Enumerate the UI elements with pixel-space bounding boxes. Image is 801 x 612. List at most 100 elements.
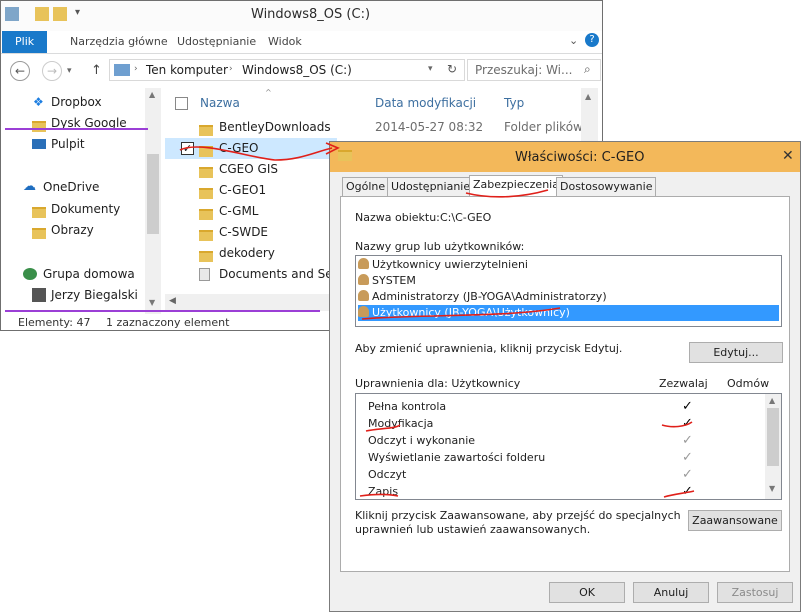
file-row[interactable]: BentleyDownloads 2014-05-27 08:32 Folder…: [165, 117, 585, 138]
properties-icon[interactable]: [5, 7, 19, 21]
column-header-type[interactable]: Typ: [504, 96, 524, 110]
permission-name: Odczyt i wykonanie: [368, 434, 476, 447]
user-row[interactable]: SYSTEM: [358, 273, 779, 289]
address-dropdown-icon[interactable]: ▾: [428, 64, 433, 74]
permissions-scrollbar[interactable]: ▲ ▼: [765, 394, 781, 499]
permissions-list[interactable]: Pełna kontrola ✓ Modyfikacja ✓ Odczyt i …: [355, 393, 782, 500]
tab-file[interactable]: Plik: [2, 31, 48, 53]
chevron-down-icon[interactable]: ⌄: [569, 34, 578, 47]
tab-home[interactable]: Narzędzia główne: [70, 31, 168, 53]
search-input[interactable]: Przeszukaj: Wi...: [475, 63, 572, 77]
nav-item-label: Dokumenty: [51, 202, 121, 216]
back-button[interactable]: ←: [10, 61, 30, 81]
edit-button[interactable]: Edytuj...: [689, 342, 783, 363]
sort-ascending-icon: ^: [265, 88, 272, 97]
file-type: Folder plików: [504, 120, 583, 134]
security-panel: Nazwa obiektu: C:\C-GEO Nazwy grup lub u…: [340, 196, 790, 572]
nav-scrollbar[interactable]: ▲ ▼: [145, 88, 161, 314]
desktop-icon: [32, 139, 46, 149]
help-icon[interactable]: ?: [585, 33, 599, 47]
column-header-name[interactable]: Nazwa: [200, 96, 240, 110]
address-row: ← → ▾ ↑ › Ten komputer › Windows8_OS (C:…: [1, 54, 602, 88]
select-all-checkbox[interactable]: [175, 97, 188, 110]
permission-name: Modyfikacja: [368, 417, 434, 430]
scroll-down-icon[interactable]: ▼: [149, 298, 155, 307]
scroll-left-icon[interactable]: ◀: [169, 296, 176, 306]
up-arrow-icon[interactable]: ↑: [91, 63, 102, 78]
shortcut-icon: [199, 268, 210, 281]
user-name: Użytkownicy uwierzytelnieni: [372, 258, 528, 271]
breadcrumb-this-pc[interactable]: Ten komputer: [146, 63, 228, 77]
scrollbar-thumb[interactable]: [767, 408, 779, 466]
file-row[interactable]: C-SWDE: [165, 222, 337, 243]
users-list[interactable]: Użytkownicy uwierzytelnieni SYSTEM Admin…: [355, 255, 782, 327]
nav-item-label: Jerzy Biegalski: [51, 288, 138, 302]
scroll-up-icon[interactable]: ▲: [585, 92, 591, 101]
address-bar[interactable]: › Ten komputer › Windows8_OS (C:) ▾ ↻: [109, 59, 465, 81]
user-row[interactable]: Administratorzy (JB-YOGA\Administratorzy…: [358, 289, 779, 305]
ok-button[interactable]: OK: [549, 582, 625, 603]
permission-name: Zapis: [368, 485, 399, 498]
qa-dropdown-icon[interactable]: ▾: [75, 7, 80, 18]
advanced-hint-line-2: uprawnień lub ustawień zaawansowanych.: [355, 523, 591, 536]
row-checkbox[interactable]: ✓: [181, 142, 194, 155]
tab-security[interactable]: Zabezpieczenia: [469, 175, 563, 196]
close-icon[interactable]: ✕: [782, 148, 794, 164]
nav-item-google-drive[interactable]: Dysk Google: [1, 113, 151, 133]
file-row[interactable]: C-GML: [165, 201, 337, 222]
folder-icon: [32, 225, 46, 245]
search-box[interactable]: Przeszukaj: Wi... ⌕: [467, 59, 601, 81]
advanced-button[interactable]: Zaawansowane: [688, 510, 782, 531]
folder-icon[interactable]: [53, 7, 67, 21]
file-row[interactable]: dekodery: [165, 243, 337, 264]
recent-dropdown-icon[interactable]: ▾: [67, 66, 72, 76]
forward-button[interactable]: →: [42, 61, 62, 81]
nav-item-onedrive[interactable]: ☁ OneDrive: [1, 177, 151, 197]
tab-view[interactable]: Widok: [268, 31, 302, 53]
search-icon[interactable]: ⌕: [584, 62, 591, 77]
nav-item-images[interactable]: Obrazy: [1, 220, 151, 240]
allow-check-icon: ✓: [682, 467, 693, 482]
selected-count: 1 zaznaczony element: [106, 316, 230, 329]
refresh-icon[interactable]: ↻: [447, 62, 457, 76]
file-name: C-GEO: [219, 141, 259, 155]
permission-name: Pełna kontrola: [368, 400, 447, 413]
ribbon: Plik Narzędzia główne Udostępnianie Wido…: [1, 31, 602, 54]
tab-customize[interactable]: Dostosowywanie: [556, 177, 657, 197]
tab-sharing[interactable]: Udostępnianie: [387, 177, 475, 197]
breadcrumb-drive[interactable]: Windows8_OS (C:): [242, 63, 352, 77]
scroll-up-icon[interactable]: ▲: [769, 396, 775, 405]
new-folder-icon[interactable]: [35, 7, 49, 21]
properties-dialog: Właściwości: C-GEO ✕ Ogólne Udostępniani…: [329, 141, 801, 612]
nav-item-user[interactable]: Jerzy Biegalski: [1, 285, 151, 305]
homegroup-icon: [23, 268, 37, 280]
permission-row: Zapis ✓: [368, 483, 768, 500]
scroll-up-icon[interactable]: ▲: [149, 90, 155, 99]
breadcrumb-separator-icon: ›: [229, 64, 233, 74]
file-row[interactable]: Documents and Setti: [165, 264, 337, 285]
nav-item-homegroup[interactable]: Grupa domowa: [1, 264, 151, 284]
nav-item-dropbox[interactable]: ❖ Dropbox: [1, 92, 151, 112]
file-row[interactable]: C-GEO1: [165, 180, 337, 201]
cancel-button[interactable]: Anuluj: [633, 582, 709, 603]
user-row-selected[interactable]: Użytkownicy (JB-YOGA\Użytkownicy): [358, 305, 779, 321]
allow-check-icon: ✓: [682, 433, 693, 448]
scroll-down-icon[interactable]: ▼: [769, 484, 775, 493]
file-row[interactable]: CGEO GIS: [165, 159, 337, 180]
nav-item-desktop[interactable]: Pulpit: [1, 134, 151, 154]
tab-share[interactable]: Udostępnianie: [177, 31, 256, 53]
file-row-selected[interactable]: ✓ C-GEO: [165, 138, 337, 159]
object-name-label: Nazwa obiektu:: [355, 211, 440, 224]
horizontal-scrollbar[interactable]: ◀: [165, 294, 337, 311]
allow-check-icon: ✓: [682, 399, 693, 414]
nav-item-label: OneDrive: [43, 180, 100, 194]
nav-item-documents[interactable]: Dokumenty: [1, 199, 151, 219]
user-row[interactable]: Użytkownicy uwierzytelnieni: [358, 257, 779, 273]
column-header-date[interactable]: Data modyfikacji: [375, 96, 476, 110]
dialog-title: Właściwości: C-GEO: [515, 150, 645, 165]
allow-column-header: Zezwalaj: [659, 377, 708, 390]
tab-general[interactable]: Ogólne: [342, 177, 390, 197]
scrollbar-thumb[interactable]: [147, 154, 159, 234]
item-count: Elementy: 47: [18, 316, 91, 329]
apply-button[interactable]: Zastosuj: [717, 582, 793, 603]
